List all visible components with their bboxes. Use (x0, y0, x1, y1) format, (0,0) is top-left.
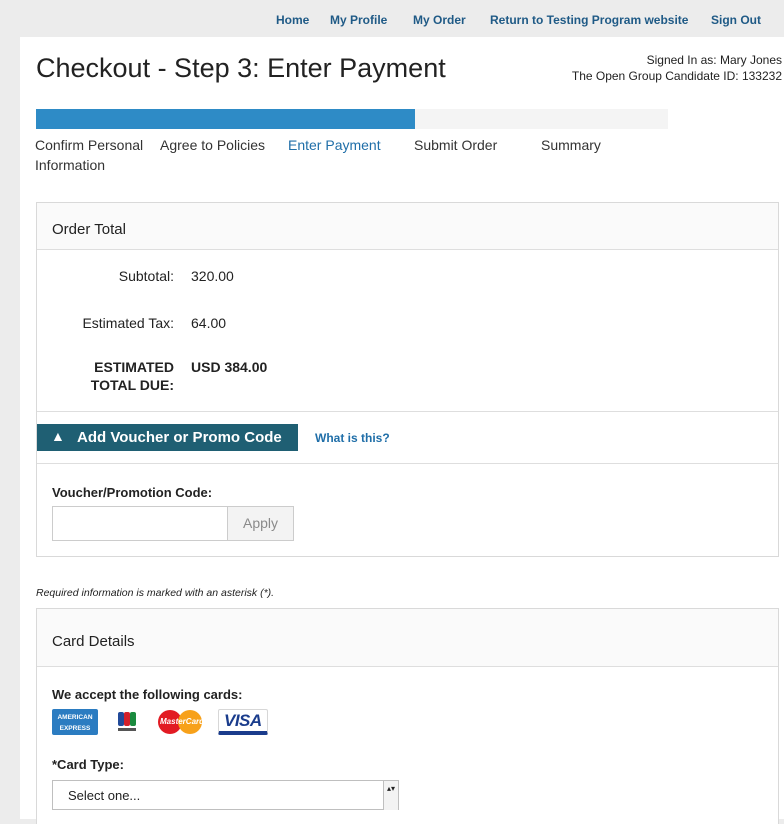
accepted-cards-label: We accept the following cards: (52, 687, 243, 702)
top-navigation: Home My Profile My Order Return to Testi… (0, 0, 784, 37)
mastercard-logo-text: MasterCard (160, 717, 204, 726)
step-confirm-personal-information: Confirm Personal Information (35, 137, 144, 173)
card-type-selected-value: Select one... (68, 788, 141, 803)
jcb-logo (117, 709, 137, 735)
order-total-panel: Order Total Subtotal: 320.00 Estimated T… (36, 202, 779, 557)
step-agree-to-policies: Agree to Policies (160, 137, 266, 153)
add-voucher-toggle-label: Add Voucher or Promo Code (77, 429, 282, 446)
amex-logo-line1: AMERICAN (57, 714, 93, 721)
signed-in-user: Signed In as: Mary Jones (646, 53, 782, 67)
order-total-header: Order Total (37, 203, 778, 250)
card-type-select[interactable]: Select one... ▴▾ (52, 780, 399, 810)
nav-my-profile-link[interactable]: My Profile (330, 13, 387, 27)
mastercard-logo: MasterCard (156, 709, 204, 735)
page-title: Checkout - Step 3: Enter Payment (36, 53, 446, 83)
checkout-progress-bar (36, 109, 668, 129)
candidate-id: The Open Group Candidate ID: 133232 (571, 69, 782, 83)
apply-voucher-button[interactable]: Apply (227, 506, 294, 541)
dropdown-arrow-icon: ▴▾ (383, 781, 398, 810)
divider (37, 463, 778, 464)
estimated-tax-value: 64.00 (191, 315, 227, 331)
nav-my-order-link[interactable]: My Order (413, 13, 466, 27)
step-enter-payment: Enter Payment (288, 137, 381, 153)
step-submit-order: Submit Order (414, 137, 498, 153)
required-info-note: Required information is marked with an a… (36, 587, 275, 599)
subtotal-label: Subtotal: (118, 268, 174, 284)
nav-home-link[interactable]: Home (276, 13, 309, 27)
nav-sign-out-link[interactable]: Sign Out (711, 13, 761, 27)
visa-logo-text: VISA (224, 711, 262, 730)
chevron-up-icon: ▲ (51, 428, 65, 444)
visa-logo: VISA (218, 709, 268, 735)
estimated-tax-label: Estimated Tax: (82, 315, 174, 331)
amex-logo-line2: EXPRESS (59, 725, 91, 732)
divider (37, 411, 778, 412)
order-total-heading: Order Total (52, 221, 126, 238)
step-summary: Summary (541, 137, 601, 153)
estimated-total-label: ESTIMATED TOTAL DUE: (90, 359, 174, 393)
progress-bar-fill (36, 109, 416, 129)
card-details-heading: Card Details (52, 633, 135, 650)
voucher-code-input[interactable] (52, 506, 228, 541)
checkout-page: Checkout - Step 3: Enter Payment Signed … (20, 37, 784, 824)
card-details-header: Card Details (37, 609, 778, 667)
what-is-this-link[interactable]: What is this? (315, 431, 390, 445)
add-voucher-toggle-button[interactable]: ▲ Add Voucher or Promo Code (37, 424, 298, 451)
subtotal-value: 320.00 (191, 268, 234, 284)
card-type-label: *Card Type: (52, 757, 124, 772)
american-express-logo: AMERICAN EXPRESS (52, 709, 98, 735)
voucher-toggle-row: ▲ Add Voucher or Promo Code What is this… (37, 424, 778, 464)
voucher-code-label: Voucher/Promotion Code: (52, 485, 213, 500)
estimated-total-value: USD 384.00 (191, 359, 268, 375)
signed-in-info: Signed In as: Mary Jones The Open Group … (572, 52, 782, 84)
nav-return-testing-program-link[interactable]: Return to Testing Program website (490, 13, 688, 27)
